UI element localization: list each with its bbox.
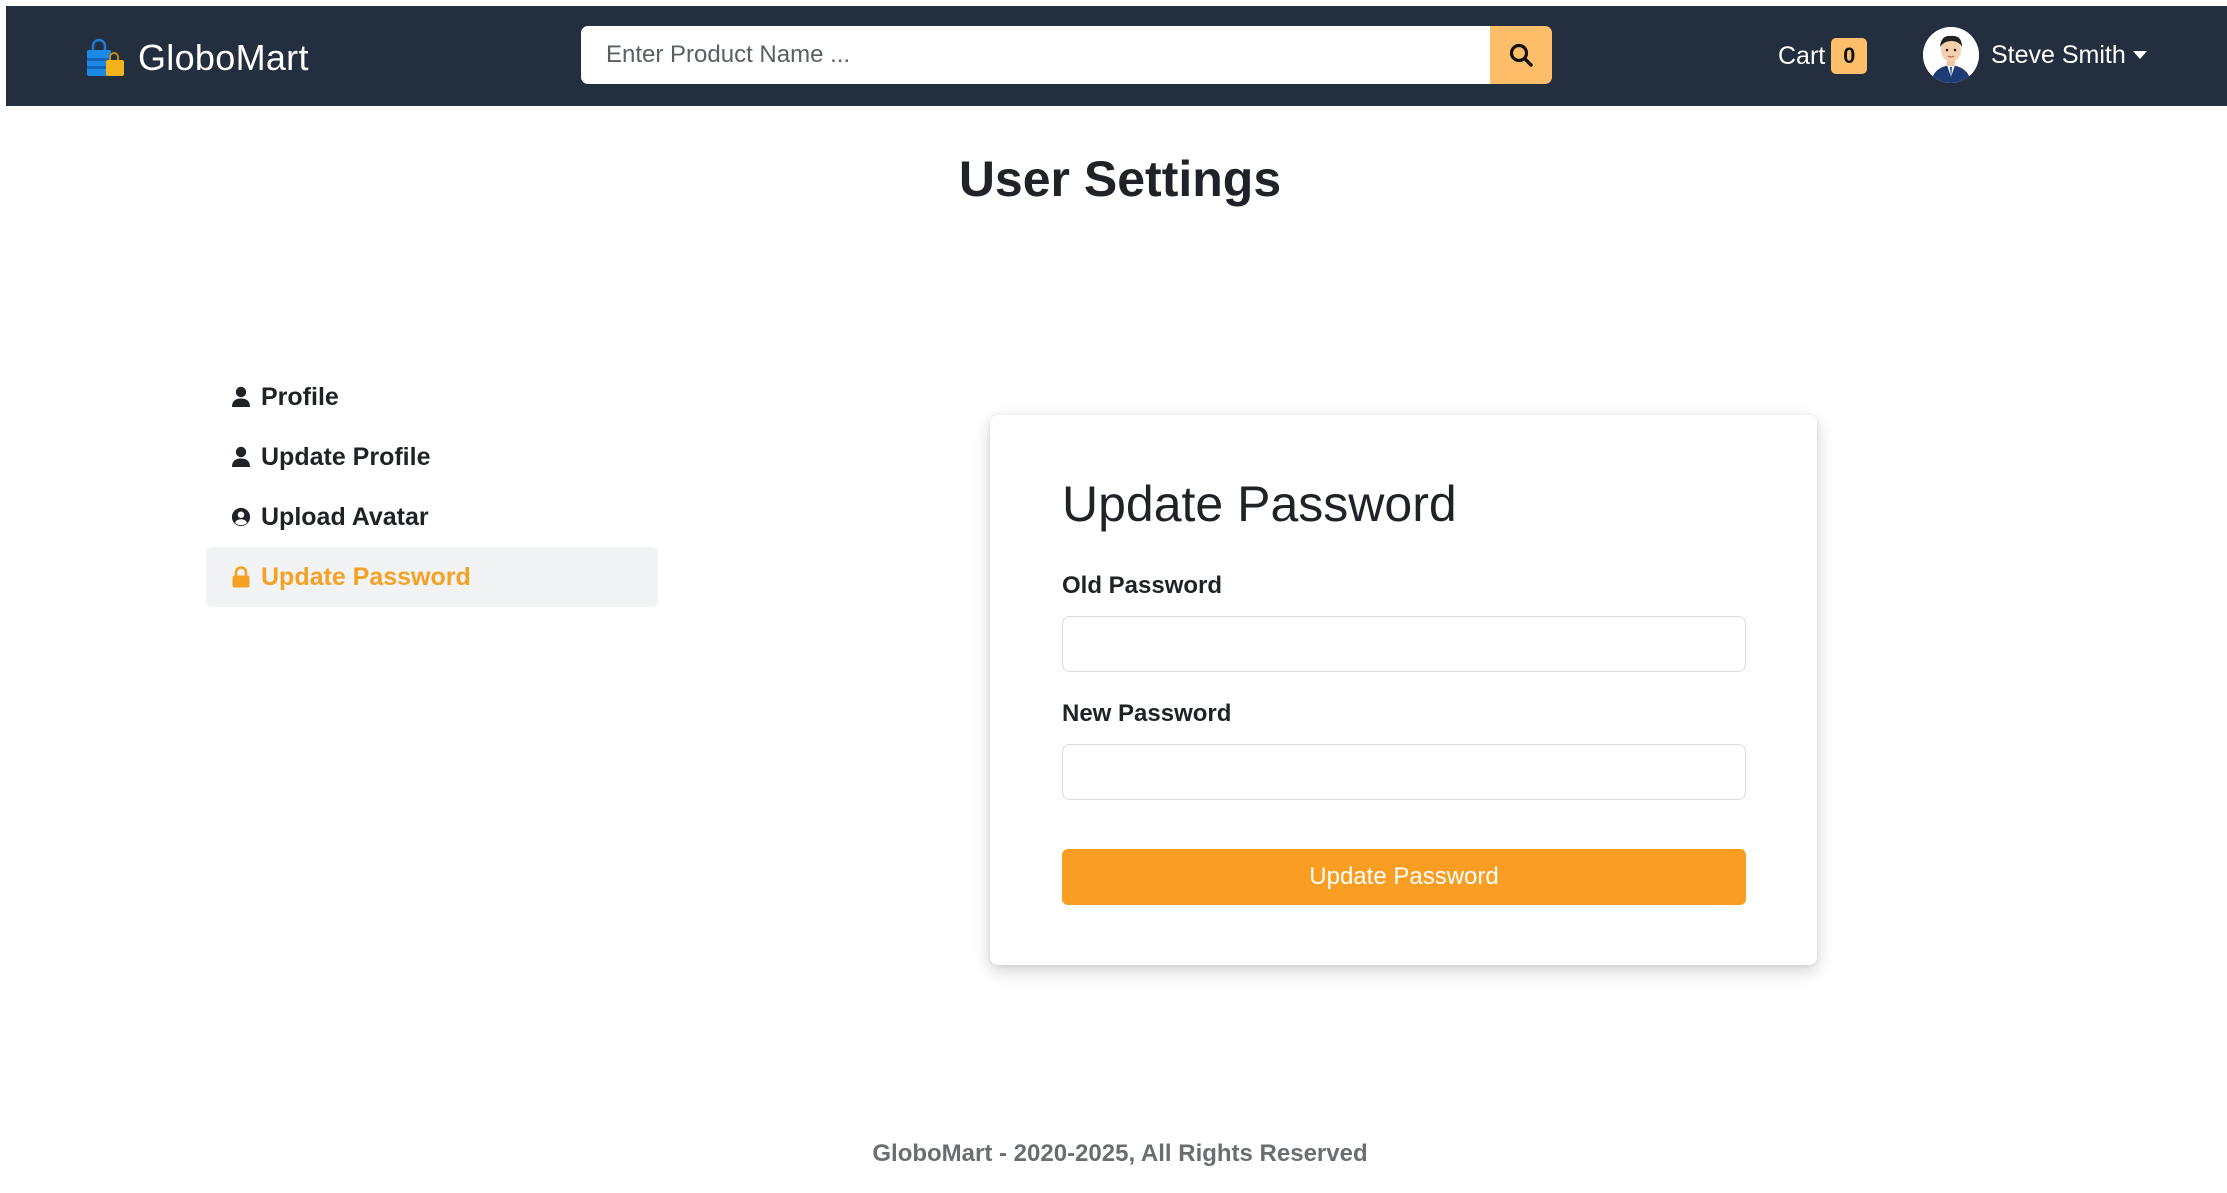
search-bar [581, 26, 1552, 84]
chevron-down-icon [2132, 51, 2147, 59]
search-icon [1509, 43, 1533, 67]
cart-link[interactable]: Cart 0 [1778, 36, 1868, 76]
user-icon [232, 446, 250, 467]
old-password-field[interactable] [1062, 616, 1746, 672]
cart-label: Cart [1778, 41, 1826, 70]
top-navbar: GloboMart Cart 0 [6, 6, 2227, 106]
update-password-card: Update Password Old Password New Passwor… [990, 415, 1817, 965]
sidebar-item-label: Profile [261, 382, 339, 411]
update-password-button[interactable]: Update Password [1062, 849, 1746, 905]
user-name: Steve Smith [1991, 40, 2126, 69]
avatar [1923, 27, 1979, 83]
new-password-field[interactable] [1062, 744, 1746, 800]
sidebar-item-label: Upload Avatar [261, 502, 429, 531]
sidebar-item-label: Update Profile [261, 442, 431, 471]
shopping-bag-icon [87, 38, 124, 76]
cart-count-badge: 0 [1831, 38, 1868, 74]
old-password-label: Old Password [1062, 572, 1223, 599]
lock-icon [232, 566, 250, 588]
user-icon [232, 386, 250, 407]
user-menu-toggle[interactable]: Steve Smith [1923, 27, 2147, 83]
user-avatar-icon [1923, 27, 1979, 83]
brand-name: GloboMart [138, 37, 309, 78]
brand[interactable]: GloboMart [84, 34, 309, 82]
search-button[interactable] [1490, 26, 1552, 84]
card-title: Update Password [1062, 476, 1457, 532]
search-input[interactable] [581, 26, 1490, 84]
settings-sidebar: Profile Update Profile Upload Avatar Upd… [206, 367, 658, 607]
user-circle-icon [231, 507, 251, 527]
footer-text: GloboMart - 2020-2025, All Rights Reserv… [872, 1140, 1368, 1167]
sidebar-item-label: Update Password [261, 562, 471, 591]
page-title: User Settings [958, 151, 1282, 207]
sidebar-item-update-profile[interactable]: Update Profile [206, 427, 658, 487]
sidebar-item-profile[interactable]: Profile [206, 367, 658, 427]
new-password-label: New Password [1062, 700, 1232, 727]
sidebar-item-upload-avatar[interactable]: Upload Avatar [206, 487, 658, 547]
sidebar-item-update-password[interactable]: Update Password [206, 547, 658, 607]
